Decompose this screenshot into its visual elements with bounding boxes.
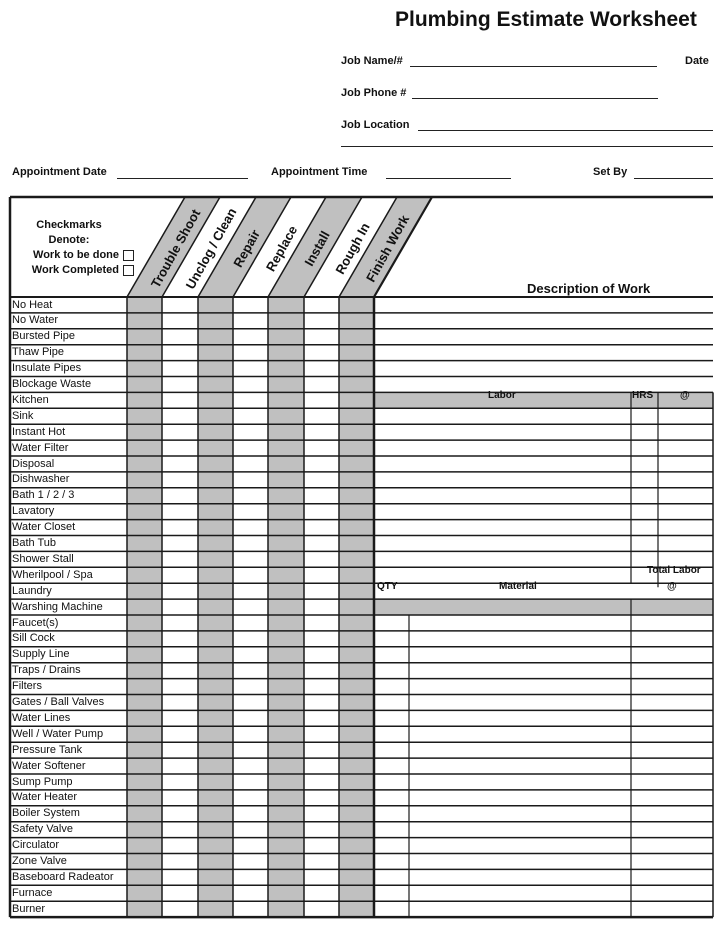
item-row-label: Disposal (12, 457, 55, 470)
item-row-label: Water Lines (12, 711, 71, 724)
item-row-label: Supply Line (12, 648, 70, 661)
shaded-column (127, 297, 162, 918)
item-row-label: Dishwasher (12, 473, 70, 486)
item-row-label: Sink (12, 409, 34, 422)
shaded-column (198, 297, 233, 918)
shaded-column (339, 297, 374, 918)
hrs-header: HRS (632, 390, 654, 401)
item-row-label: Bath 1 / 2 / 3 (12, 489, 75, 502)
item-row-label: Water Softener (12, 759, 86, 772)
item-row-label: Bursted Pipe (12, 330, 75, 343)
item-row-label: Burner (12, 902, 46, 915)
material-rate-header: @ (667, 581, 677, 592)
item-row-label: Water Closet (12, 521, 76, 534)
item-row-label: Faucet(s) (12, 616, 59, 629)
shaded-column (268, 297, 304, 918)
qty-header: QTY (377, 581, 398, 592)
description-heading: Description of Work (527, 281, 651, 296)
item-row-label: Bath Tub (12, 537, 57, 549)
item-row-label: Lavatory (12, 505, 55, 518)
item-row-label: Thaw Pipe (12, 346, 64, 359)
worksheet-grid: Trouble ShootUnclog / CleanRepair Replace… (8, 195, 714, 919)
item-row-label: Shower Stall (12, 552, 74, 565)
item-row-label: Instant Hot (12, 425, 66, 438)
item-row-label: Laundry (12, 584, 52, 597)
item-row-label: Sump Pump (12, 775, 73, 788)
labor-header: Labor (488, 390, 516, 401)
item-row-label: Gates / Ball Valves (12, 696, 105, 708)
item-row-label: Furnace (12, 886, 53, 899)
item-row-label: Safety Valve (12, 823, 73, 836)
item-row-label: Water Heater (12, 791, 78, 804)
item-row-label: Blockage Waste (12, 378, 92, 390)
item-row-label: Sill Cock (12, 632, 55, 645)
item-row-label: Water Filter (12, 441, 69, 454)
item-row-label: Baseboard Radeator (12, 870, 114, 883)
labor-header-shade (374, 392, 713, 409)
item-row-label: Traps / Drains (12, 664, 81, 677)
item-row-label: Kitchen (12, 393, 49, 406)
item-row-label: Zone Valve (12, 855, 67, 867)
item-row-label: No Water (12, 314, 59, 327)
item-row-label: No Heat (12, 298, 53, 311)
item-row-label: Boiler System (12, 807, 80, 820)
item-row-label: Well / Water Pump (12, 727, 104, 740)
item-row-label: Filters (12, 680, 42, 693)
item-row-label: Pressure Tank (12, 743, 83, 756)
material-header: Material (499, 581, 537, 592)
labor-rate-header: @ (680, 390, 690, 401)
material-header-shade (374, 599, 713, 615)
total-labor-label: Total Labor (647, 565, 701, 576)
item-row-label: Wherilpool / Spa (12, 568, 93, 581)
item-row-label: Insulate Pipes (12, 362, 82, 375)
item-row-label: Circulator (12, 839, 60, 852)
item-row-label: Warshing Machine (12, 600, 103, 613)
